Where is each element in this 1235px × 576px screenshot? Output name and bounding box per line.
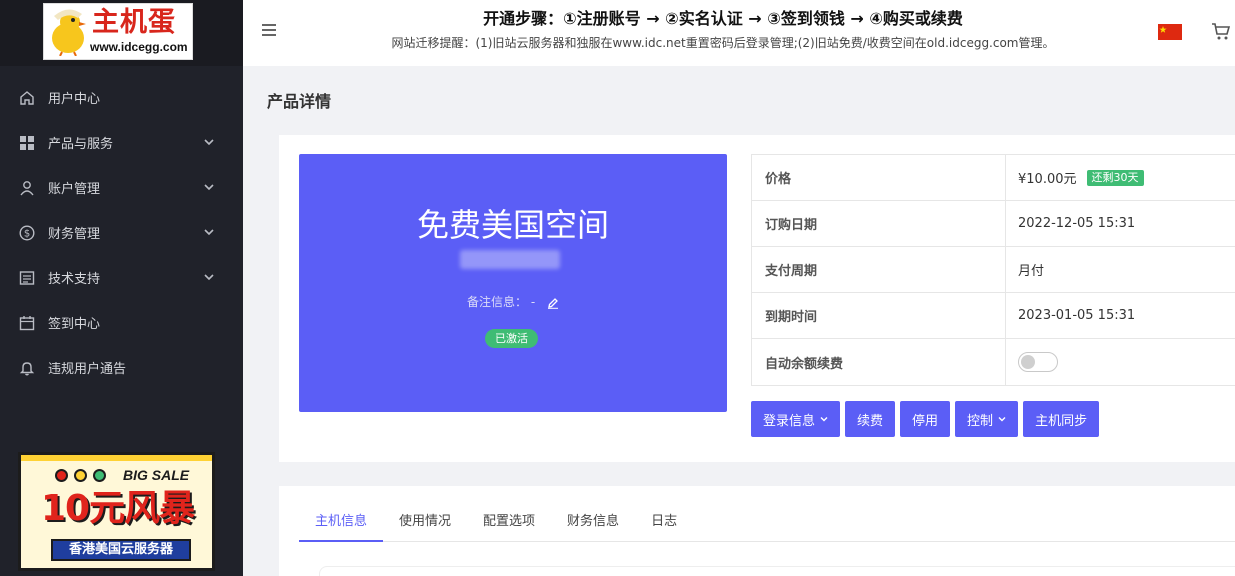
page-title: 产品详情: [267, 92, 332, 111]
auto-renew-toggle[interactable]: [1018, 352, 1058, 372]
control-button[interactable]: 控制: [955, 401, 1019, 437]
info-value: ¥10.00元 还剩30天: [1006, 155, 1235, 200]
sidebar-item-label: 签到中心: [48, 317, 101, 332]
chevron-down-icon: [204, 184, 214, 191]
sidebar-item-user-center[interactable]: 用户中心: [0, 75, 243, 120]
button-label: 登录信息: [763, 413, 816, 429]
promo-banner[interactable]: BIG SALE 10元风暴 香港美国云服务器: [18, 452, 215, 571]
sidebar: 主机蛋 www.idcegg.com 用户中心 产品与服务 账户管理 $ 财务管…: [0, 0, 243, 576]
info-key: 支付周期: [752, 247, 1006, 292]
product-note: 备注信息： -: [299, 293, 727, 310]
promo-dots: [55, 469, 106, 482]
chevron-down-icon: [820, 417, 828, 422]
svg-text:$: $: [24, 228, 30, 239]
price-value: ¥10.00元: [1018, 172, 1077, 187]
tab-log[interactable]: 日志: [635, 506, 693, 542]
sidebar-nav: 用户中心 产品与服务 账户管理 $ 财务管理 技术支持 签到中心 违规用户通告: [0, 75, 243, 390]
info-value: [1006, 339, 1235, 385]
top-header: 开通步骤：①注册账号 → ②实名认证 → ③签到领钱 → ④购买或续费 网站迁移…: [243, 0, 1235, 66]
announcement-title: 开通步骤：①注册账号 → ②实名认证 → ③签到领钱 → ④购买或续费: [483, 9, 963, 28]
green-dot-icon: [93, 469, 106, 482]
detail-tabs: 主机信息 使用情况 配置选项 财务信息 日志: [299, 506, 1235, 542]
product-name: 免费美国空间: [416, 206, 609, 244]
redacted-domain: [460, 250, 560, 269]
status-badge: 已激活: [485, 329, 538, 348]
info-row-expire: 到期时间 2023-01-05 15:31: [752, 293, 1235, 339]
chevron-down-icon: [204, 274, 214, 281]
sidebar-item-finance[interactable]: $ 财务管理: [0, 210, 243, 255]
info-key: 订购日期: [752, 201, 1006, 246]
info-value: 2022-12-05 15:31: [1018, 216, 1136, 231]
tab-config-options[interactable]: 配置选项: [467, 506, 551, 542]
home-icon: [18, 89, 36, 107]
button-label: 续费: [857, 413, 884, 429]
tab-host-info[interactable]: 主机信息: [299, 506, 384, 542]
detail-tabs-card: 主机信息 使用情况 配置选项 财务信息 日志: [279, 486, 1235, 576]
button-label: 主机同步: [1035, 413, 1088, 429]
user-icon: [18, 179, 36, 197]
info-value: 月付: [1018, 264, 1045, 279]
host-sync-button[interactable]: 主机同步: [1023, 401, 1100, 437]
button-label: 控制: [967, 413, 994, 429]
promo-tag: BIG SALE: [123, 467, 190, 483]
sidebar-item-label: 财务管理: [48, 227, 101, 242]
promo-subtitle: 香港美国云服务器: [51, 539, 191, 561]
sidebar-item-products[interactable]: 产品与服务: [0, 120, 243, 165]
product-info-table: 价格 ¥10.00元 还剩30天 订购日期 2022-12-05 15:31 支…: [751, 154, 1235, 386]
renew-button[interactable]: 续费: [845, 401, 896, 437]
info-key: 到期时间: [752, 293, 1006, 338]
calendar-icon: [18, 314, 36, 332]
grid-icon: [18, 134, 36, 152]
chevron-down-icon: [204, 139, 214, 146]
dollar-icon: $: [18, 224, 36, 242]
sidebar-item-violation-notice[interactable]: 违规用户通告: [0, 345, 243, 390]
sidebar-item-account[interactable]: 账户管理: [0, 165, 243, 210]
cart-icon[interactable]: [1211, 21, 1231, 41]
chevron-down-icon: [998, 417, 1006, 422]
sidebar-item-checkin[interactable]: 签到中心: [0, 300, 243, 345]
action-buttons: 登录信息 续费 停用 控制 主机同步: [751, 401, 1100, 437]
sidebar-item-label: 账户管理: [48, 182, 101, 197]
info-row-billing-cycle: 支付周期 月付: [752, 247, 1235, 293]
sidebar-item-support[interactable]: 技术支持: [0, 255, 243, 300]
chevron-down-icon: [204, 229, 214, 236]
login-info-button[interactable]: 登录信息: [751, 401, 841, 437]
ticket-icon: [18, 269, 36, 287]
tab-usage[interactable]: 使用情况: [383, 506, 467, 542]
remaining-days-badge: 还剩30天: [1086, 169, 1144, 186]
logo-area: 主机蛋 www.idcegg.com: [0, 0, 243, 66]
note-label: 备注信息：: [466, 295, 527, 309]
sidebar-item-label: 技术支持: [48, 272, 101, 287]
sidebar-item-label: 用户中心: [48, 92, 101, 107]
info-key: 自动余额续费: [752, 339, 1006, 385]
bell-icon: [18, 359, 36, 377]
chick-icon: [52, 9, 86, 56]
china-flag-icon[interactable]: [1158, 24, 1182, 40]
promo-headline: 10元风暴: [41, 488, 195, 529]
sidebar-item-label: 产品与服务: [48, 137, 114, 152]
tab-content-panel: [319, 566, 1235, 576]
red-dot-icon: [55, 469, 68, 482]
yellow-dot-icon: [74, 469, 87, 482]
disable-button[interactable]: 停用: [900, 401, 951, 437]
sidebar-item-label: 违规用户通告: [48, 362, 127, 377]
logo[interactable]: 主机蛋 www.idcegg.com: [43, 3, 193, 60]
product-card: 免费美国空间 备注信息： - 已激活 价格 ¥10.00元 还剩30天 订购日期…: [279, 135, 1235, 462]
promo-topbar: [21, 455, 212, 461]
info-row-price: 价格 ¥10.00元 还剩30天: [752, 155, 1235, 201]
info-value: 2023-01-05 15:31: [1018, 308, 1136, 323]
logo-brand: 主机蛋: [92, 7, 176, 38]
toggle-knob: [1021, 355, 1035, 369]
info-row-auto-renew: 自动余额续费: [752, 339, 1235, 385]
info-key: 价格: [752, 155, 1006, 200]
info-row-order-date: 订购日期 2022-12-05 15:31: [752, 201, 1235, 247]
tab-finance-info[interactable]: 财务信息: [551, 506, 635, 542]
logo-url: www.idcegg.com: [90, 40, 188, 54]
button-label: 停用: [912, 413, 939, 429]
note-value: -: [530, 295, 536, 309]
announcement-notice: 网站迁移提醒：(1)旧站云服务器和独服在www.idc.net重置密码后登录管理…: [391, 36, 1055, 50]
edit-note-icon[interactable]: [547, 297, 559, 309]
product-hero: 免费美国空间 备注信息： - 已激活: [299, 154, 727, 412]
